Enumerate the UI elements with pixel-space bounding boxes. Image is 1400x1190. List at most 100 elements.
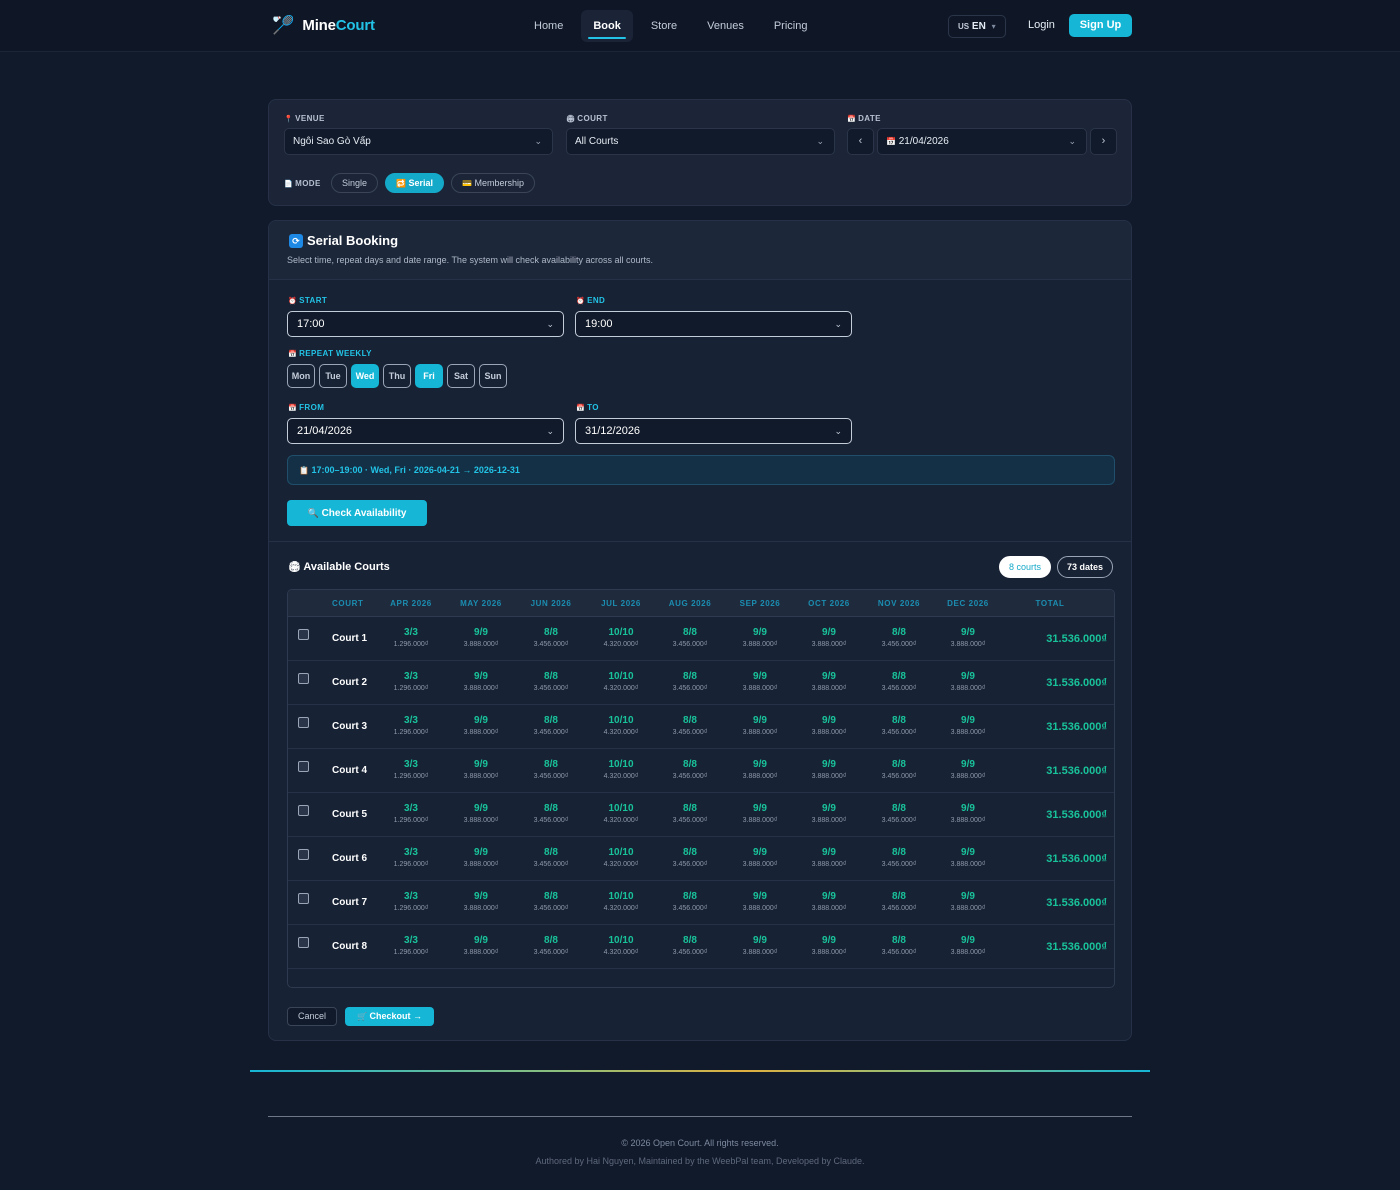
court-select-checkbox[interactable] — [298, 805, 309, 816]
day-wed-button[interactable]: Wed — [351, 364, 379, 388]
start-time-select[interactable]: 17:00 ⌄ — [287, 311, 564, 337]
month-availability-cell: 8/8 3.456.000₫ — [516, 759, 586, 780]
venue-select[interactable]: Ngôi Sao Gò Vấp ⌄ — [284, 128, 553, 155]
month-availability-cell: 9/9 3.888.000₫ — [725, 891, 795, 912]
court-select-checkbox[interactable] — [298, 893, 309, 904]
chevron-down-icon: ⌄ — [1068, 136, 1076, 146]
month-availability-cell: 8/8 3.456.000₫ — [864, 847, 934, 868]
month-availability-cell: 3/3 1.296.000₫ — [376, 715, 446, 736]
serial-booking-title: ⟳ Serial Booking — [289, 233, 398, 248]
day-sun-button[interactable]: Sun — [479, 364, 507, 388]
day-fri-button[interactable]: Fri — [415, 364, 443, 388]
month-price: 3.456.000₫ — [672, 685, 708, 692]
month-price: 3.456.000₫ — [881, 817, 917, 824]
court-name: Court 4 — [332, 765, 367, 776]
login-link[interactable]: Login — [1028, 19, 1055, 31]
month-price: 3.456.000₫ — [533, 949, 569, 956]
slots-available: 8/8 — [683, 803, 697, 814]
checkout-button[interactable]: 🛒 Checkout → — [345, 1007, 434, 1026]
serial-booking-header: ⟳ Serial Booking Select time, repeat days… — [269, 221, 1131, 280]
availability-table: COURT APR 2026 MAY 2026 JUN 2026 JUL 2026 AUG… — [287, 589, 1115, 988]
to-date-select[interactable]: 31/12/2026 ⌄ — [575, 418, 852, 444]
slots-available: 8/8 — [683, 935, 697, 946]
month-availability-cell: 8/8 3.456.000₫ — [864, 935, 934, 956]
nav-pricing[interactable]: Pricing — [762, 10, 820, 42]
slots-available: 3/3 — [404, 671, 418, 682]
month-availability-cell: 9/9 3.888.000₫ — [446, 759, 516, 780]
slots-available: 9/9 — [753, 847, 767, 858]
language-selector[interactable]: US EN ▾ — [948, 15, 1006, 38]
court-select-checkbox[interactable] — [298, 629, 309, 640]
day-mon-button[interactable]: Mon — [287, 364, 315, 388]
nav-book[interactable]: Book — [581, 10, 633, 42]
end-time-select[interactable]: 19:00 ⌄ — [575, 311, 852, 337]
month-availability-cell: 9/9 3.888.000₫ — [933, 935, 1003, 956]
slots-available: 9/9 — [753, 715, 767, 726]
row-total: 31.536.000₫ — [1046, 853, 1107, 865]
to-label: 📅 TO — [576, 403, 599, 412]
column-header: SEP 2026 — [739, 599, 781, 608]
court-select-checkbox[interactable] — [298, 849, 309, 860]
mode-serial-button[interactable]: 🔁 Serial — [385, 173, 445, 193]
nav-store[interactable]: Store — [639, 10, 689, 42]
slots-available: 10/10 — [608, 803, 634, 814]
court-select-checkbox[interactable] — [298, 673, 309, 684]
court-select-checkbox[interactable] — [298, 761, 309, 772]
mode-single-button[interactable]: Single — [331, 173, 379, 193]
slots-available: 9/9 — [961, 803, 975, 814]
slots-available: 3/3 — [404, 803, 418, 814]
slots-available: 10/10 — [608, 891, 634, 902]
month-price: 3.456.000₫ — [533, 641, 569, 648]
month-availability-cell: 9/9 3.888.000₫ — [933, 671, 1003, 692]
month-availability-cell: 9/9 3.888.000₫ — [933, 847, 1003, 868]
month-price: 1.296.000₫ — [393, 641, 429, 648]
check-availability-button[interactable]: 🔍 Check Availability — [287, 500, 427, 526]
court-select-checkbox[interactable] — [298, 717, 309, 728]
credits-text: Authored by Hai Nguyen, Maintained by th… — [535, 1156, 865, 1166]
month-availability-cell: 8/8 3.456.000₫ — [655, 803, 725, 824]
day-sat-button[interactable]: Sat — [447, 364, 475, 388]
nav-venues[interactable]: Venues — [695, 10, 756, 42]
day-thu-button[interactable]: Thu — [383, 364, 411, 388]
day-tue-button[interactable]: Tue — [319, 364, 347, 388]
nav-home[interactable]: Home — [522, 10, 575, 42]
month-availability-cell: 9/9 3.888.000₫ — [446, 803, 516, 824]
slots-available: 8/8 — [683, 671, 697, 682]
court-select-checkbox[interactable] — [298, 937, 309, 948]
month-availability-cell: 8/8 3.456.000₫ — [655, 627, 725, 648]
row-total: 31.536.000₫ — [1046, 897, 1107, 909]
slots-available: 8/8 — [544, 715, 558, 726]
row-total: 31.536.000₫ — [1046, 677, 1107, 689]
month-price: 3.888.000₫ — [463, 685, 499, 692]
top-navbar: 🏸 MineCourt Home Book Store Venues Pricing U… — [0, 0, 1400, 52]
month-price: 3.456.000₫ — [881, 773, 917, 780]
sign-up-button[interactable]: Sign Up — [1069, 14, 1132, 37]
month-availability-cell: 3/3 1.296.000₫ — [376, 891, 446, 912]
court-select[interactable]: All Courts ⌄ — [566, 128, 835, 155]
court-name: Court 6 — [332, 853, 367, 864]
date-select[interactable]: 📅 21/04/2026 ⌄ — [877, 128, 1087, 155]
booking-filter-card: 📍 VENUE Ngôi Sao Gò Vấp ⌄ 🏟 COURT All Court… — [268, 99, 1132, 206]
next-date-button[interactable]: › — [1090, 128, 1117, 155]
slots-available: 3/3 — [404, 627, 418, 638]
month-price: 3.888.000₫ — [811, 773, 847, 780]
cancel-button[interactable]: Cancel — [287, 1007, 337, 1026]
month-price: 3.888.000₫ — [950, 729, 986, 736]
badminton-racket-icon: 🏸 — [272, 15, 295, 35]
month-price: 3.456.000₫ — [533, 817, 569, 824]
slots-available: 8/8 — [544, 891, 558, 902]
table-row: Court 5 3/3 1.296.000₫ 9/9 3.888.000₫ 8/8 3.45… — [288, 793, 1114, 837]
month-price: 3.456.000₫ — [533, 861, 569, 868]
repeat-weekly-label: 📅 REPEAT WEEKLY — [288, 349, 372, 358]
previous-date-button[interactable]: ‹ — [847, 128, 874, 155]
month-price: 3.888.000₫ — [463, 641, 499, 648]
mode-membership-button[interactable]: 💳 Membership — [451, 173, 536, 193]
month-price: 3.888.000₫ — [742, 685, 778, 692]
slots-available: 10/10 — [608, 715, 634, 726]
month-availability-cell: 9/9 3.888.000₫ — [794, 935, 864, 956]
brand-logo[interactable]: 🏸 MineCourt — [272, 14, 375, 36]
from-date-select[interactable]: 21/04/2026 ⌄ — [287, 418, 564, 444]
calendar-icon: 📅 — [288, 405, 298, 412]
serial-booking-subtitle: Select time, repeat days and date range.… — [287, 255, 654, 265]
month-availability-cell: 8/8 3.456.000₫ — [655, 891, 725, 912]
